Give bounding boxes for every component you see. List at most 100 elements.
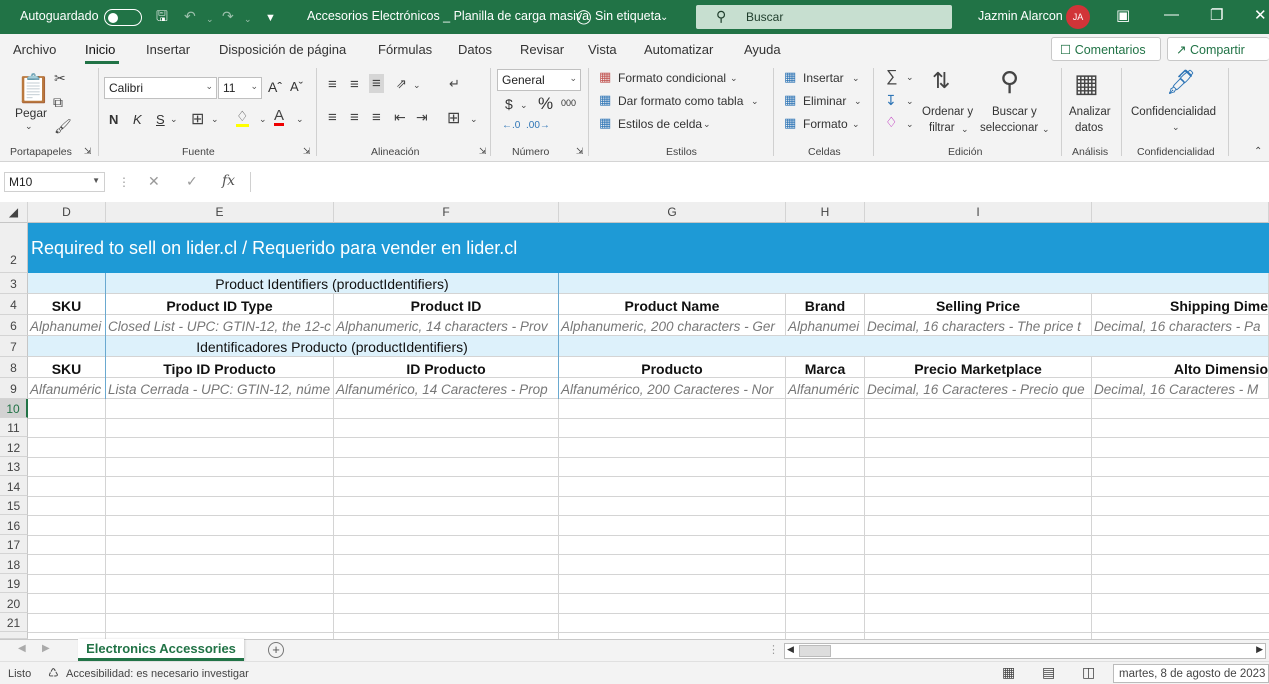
percent-icon[interactable]: % — [538, 94, 553, 114]
comments-button[interactable]: ☐ Comentarios — [1051, 37, 1161, 61]
sort-filter-label-1[interactable]: Ordenar y — [922, 106, 973, 118]
search-box[interactable]: ⚲ Buscar — [696, 5, 952, 29]
horizontal-scrollbar[interactable]: ◀ ▶ — [784, 643, 1266, 659]
clear-dropdown-icon[interactable]: ⌄ — [906, 119, 914, 130]
borders-dropdown-icon[interactable]: ⌄ — [211, 114, 219, 125]
tab-archivo[interactable]: Archivo — [13, 42, 56, 57]
select-all-corner[interactable]: ◢ — [0, 202, 28, 223]
header-cell[interactable]: Brand — [786, 294, 865, 315]
tab-vista[interactable]: Vista — [588, 42, 617, 57]
column-header-e[interactable]: E — [106, 202, 334, 223]
header-cell[interactable]: ID Producto — [334, 357, 559, 378]
row-header[interactable]: 15 — [0, 496, 28, 515]
user-name[interactable]: Jazmin Alarcon — [978, 9, 1063, 23]
cell[interactable] — [28, 336, 106, 357]
cell[interactable] — [28, 273, 106, 294]
insert-cells-button[interactable]: Insertar — [803, 71, 844, 85]
increase-decimal-icon[interactable]: ←.0 — [502, 120, 520, 131]
redo-icon[interactable]: ↷ — [222, 8, 234, 24]
align-left-icon[interactable]: ≡ — [328, 109, 337, 126]
cell-styles-button[interactable]: Estilos de celda — [618, 117, 702, 131]
row-header[interactable]: 17 — [0, 535, 28, 554]
share-button[interactable]: ↗ Compartir — [1167, 37, 1269, 61]
row-header[interactable]: 21 — [0, 613, 28, 632]
column-header-h[interactable]: H — [786, 202, 865, 223]
tab-revisar[interactable]: Revisar — [520, 42, 564, 57]
fill-icon[interactable]: ↧ — [885, 92, 897, 109]
empty-cell-gridlines[interactable] — [28, 399, 1269, 639]
conditional-format-button[interactable]: Formato condicional — [618, 71, 726, 85]
description-cell[interactable]: Closed List - UPC: GTIN-12, the 12-c — [106, 315, 334, 336]
tab-datos[interactable]: Datos — [458, 42, 492, 57]
format-as-table-button[interactable]: Dar formato como tabla — [618, 94, 743, 108]
description-cell[interactable]: Alphanumei — [786, 315, 865, 336]
header-cell[interactable]: Selling Price — [865, 294, 1092, 315]
chevron-down-icon[interactable]: ⌄ — [751, 96, 759, 107]
font-name-select[interactable]: Calibri ⌄ — [104, 77, 217, 99]
autosum-dropdown-icon[interactable]: ⌄ — [906, 72, 914, 83]
paste-icon[interactable]: 📋 — [16, 72, 51, 105]
scroll-tabs-right-icon[interactable]: ▶ — [42, 643, 50, 654]
decrease-indent-icon[interactable]: ⇤ — [394, 109, 406, 126]
undo-icon[interactable]: ↶ — [184, 8, 196, 24]
header-cell[interactable]: Precio Marketplace — [865, 357, 1092, 378]
font-color-icon[interactable]: A — [274, 108, 285, 126]
font-launcher-icon[interactable]: ⇲ — [303, 146, 311, 157]
scroll-tabs-left-icon[interactable]: ◀ — [18, 643, 26, 654]
bold-button[interactable]: N — [109, 112, 118, 127]
description-cell[interactable]: Decimal, 16 Caracteres - Precio que — [865, 378, 1092, 399]
align-bottom-icon[interactable]: ≡ — [369, 74, 384, 93]
description-cell[interactable]: Lista Cerrada - UPC: GTIN-12, núme — [106, 378, 334, 399]
description-cell[interactable]: Alfanumérico, 200 Caracteres - Nor — [559, 378, 786, 399]
scrollbar-thumb[interactable] — [799, 645, 831, 657]
chevron-down-icon[interactable]: ⌄ — [660, 10, 668, 26]
format-painter-icon[interactable]: 🖌 — [54, 118, 72, 135]
borders-icon[interactable]: ⊞ — [191, 109, 204, 129]
page-break-icon[interactable]: ◫ — [1082, 664, 1095, 681]
fill-dropdown-icon[interactable]: ⌄ — [259, 114, 267, 125]
column-header-j[interactable] — [1092, 202, 1269, 223]
row-header[interactable]: 18 — [0, 554, 28, 574]
autosave-toggle[interactable] — [104, 9, 142, 26]
header-cell[interactable]: SKU — [28, 357, 106, 378]
row-header[interactable]: 10 — [0, 399, 28, 418]
currency-icon[interactable]: $ — [505, 96, 513, 112]
row-header[interactable]: 2 — [0, 223, 28, 273]
column-header-i[interactable]: I — [865, 202, 1092, 223]
description-cell[interactable]: Alfanumérico, 14 Caracteres - Prop — [334, 378, 559, 399]
font-size-select[interactable]: 11 ⌄ — [218, 77, 262, 99]
description-cell[interactable]: Alphanumeric, 200 characters - Ger — [559, 315, 786, 336]
currency-dropdown-icon[interactable]: ⌄ — [520, 100, 528, 111]
file-title[interactable]: Accesorios Electrónicos _ Planilla de ca… — [307, 9, 589, 23]
chevron-down-icon[interactable]: ⌄ — [852, 73, 860, 84]
cell[interactable] — [559, 273, 1269, 294]
header-cell[interactable]: Producto — [559, 357, 786, 378]
row-header[interactable]: 20 — [0, 593, 28, 613]
header-cell[interactable]: Alto Dimensio — [1092, 357, 1269, 378]
ribbon-display-icon[interactable]: ▣ — [1116, 6, 1130, 24]
copy-icon[interactable]: ⧉ — [53, 94, 63, 111]
fill-color-icon[interactable]: ♢ — [236, 109, 249, 127]
find-select-label-1[interactable]: Buscar y — [992, 106, 1037, 118]
group-header-en[interactable]: Product Identifiers (productIdentifiers) — [106, 273, 559, 294]
increase-font-icon[interactable]: Aˆ — [268, 79, 282, 95]
merge-dropdown-icon[interactable]: ⌄ — [470, 114, 478, 125]
close-icon[interactable]: ✕ — [1254, 6, 1267, 24]
avatar[interactable]: JA — [1066, 5, 1090, 29]
number-format-select[interactable]: General ⌄ — [497, 69, 581, 91]
save-icon[interactable]: 🖫 — [156, 8, 168, 24]
redo-dropdown-icon[interactable]: ⌄ — [244, 11, 252, 27]
italic-button[interactable]: K — [133, 112, 142, 127]
row-header[interactable]: 3 — [0, 273, 28, 294]
underline-dropdown-icon[interactable]: ⌄ — [170, 114, 178, 125]
tab-automatizar[interactable]: Automatizar — [644, 42, 713, 57]
confidentiality-button[interactable]: Confidencialidad — [1131, 106, 1216, 118]
header-cell[interactable]: Product ID — [334, 294, 559, 315]
row-header[interactable]: 9 — [0, 378, 28, 399]
scroll-left-icon[interactable]: ◀ — [787, 644, 794, 655]
enter-icon[interactable]: ✓ — [186, 173, 198, 190]
align-top-icon[interactable]: ≡ — [328, 76, 337, 93]
row-header[interactable]: 12 — [0, 437, 28, 457]
cell[interactable] — [559, 336, 1269, 357]
chevron-down-icon[interactable]: ⌄ — [730, 73, 738, 84]
